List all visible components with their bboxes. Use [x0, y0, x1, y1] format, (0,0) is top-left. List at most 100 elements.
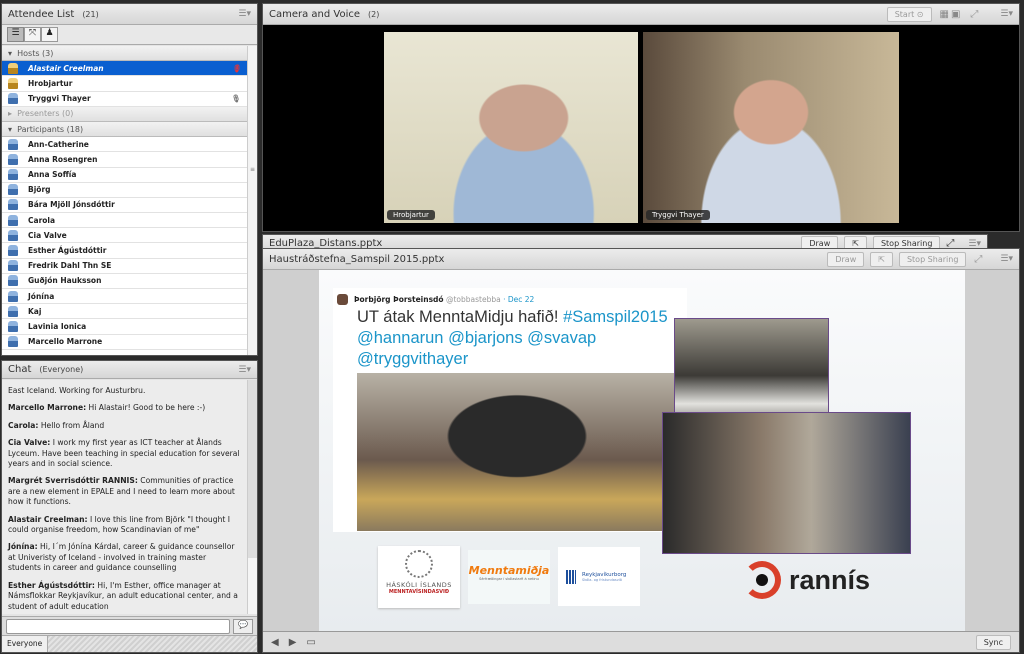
group-label: Presenters (0) [17, 109, 74, 119]
send-message-button[interactable]: 💬 [233, 619, 253, 634]
chat-message: Cia Valve: I work my first year as ICT t… [8, 438, 241, 469]
attendee-row[interactable]: Guðjón Hauksson [2, 273, 247, 289]
filmstrip-layout-icon[interactable]: ▣ [951, 9, 960, 20]
attendee-row[interactable]: Ann-Catherine [2, 137, 247, 153]
pod-title: Chat [8, 364, 32, 375]
group-participants[interactable]: ▾ Participants (18) [2, 121, 247, 138]
list-view-icon[interactable]: ☰ [7, 27, 24, 42]
draw-button[interactable]: Draw [827, 251, 865, 267]
logo-text: MENNTAVÍSINDASVIÐ [388, 589, 450, 595]
attendee-row[interactable]: Jónína [2, 289, 247, 305]
pod-menu-icon[interactable]: ☰▾ [968, 239, 981, 249]
slide-panel-icon[interactable]: ▭ [306, 637, 315, 648]
message-author: Esther Ágústsdóttir: [8, 580, 95, 590]
reykjavik-crest-icon [566, 569, 576, 584]
message-author: Jónína: [8, 542, 38, 552]
sync-button[interactable]: Sync [975, 634, 1011, 650]
video-name-label: Tryggvi Thayer [646, 210, 710, 220]
user-icon [8, 184, 18, 196]
attendee-row[interactable]: Bára Mjöll Jónsdóttir [2, 197, 247, 214]
pod-title: Attendee List [8, 8, 75, 20]
user-icon [8, 214, 18, 226]
attendee-row[interactable]: Alastair Creelman 🎙 [2, 61, 247, 77]
share-pod: Haustráðstefna_Samspil 2015.pptx Draw ⇱ … [262, 248, 1020, 653]
message-author: Alastair Creelman: [8, 514, 88, 524]
tweet-mentions: @hannarun @bjarjons @svavap @tryggvithay… [357, 329, 597, 368]
attendee-row[interactable]: Cia Valve [2, 228, 247, 244]
fullscreen-icon[interactable]: ⤢ [970, 9, 978, 20]
status-view-icon[interactable]: ♟ [41, 27, 58, 42]
attendee-name: Alastair Creelman [28, 63, 104, 73]
user-icon [8, 138, 18, 150]
user-icon [8, 305, 18, 317]
attendee-count: (21) [82, 9, 99, 19]
user-icon [8, 275, 18, 287]
attendee-row[interactable]: Kaj [2, 304, 247, 320]
share-footer: ◀ ▶ ▭ Sync [263, 631, 1019, 652]
video-feed[interactable]: Tryggvi Thayer [643, 32, 899, 223]
attendee-row[interactable]: Marcello Marrone [2, 334, 247, 350]
attendee-name: Guðjón Hauksson [28, 276, 102, 286]
chat-scrollbar[interactable] [247, 380, 257, 614]
logo-haskoli-islands: HÁSKÓLI ÍSLANDS MENNTAVÍSINDASVIÐ [378, 546, 460, 608]
grid-layout-icon[interactable]: ▦ [940, 9, 949, 20]
chat-message: Jónína: Hi, I´m Jónína Kárdal, career & … [8, 542, 241, 573]
chat-pod: Chat (Everyone) ☰▾ East Iceland. Working f… [1, 360, 258, 653]
attendee-name: Lavinia Ionica [28, 321, 87, 331]
attendee-row[interactable]: Anna Soffía [2, 167, 247, 183]
video-feed[interactable]: Hrobjartur [384, 32, 638, 223]
next-slide-icon[interactable]: ▶ [289, 637, 297, 648]
user-icon [8, 336, 18, 348]
attendee-row[interactable]: Hrobjartur [2, 76, 247, 92]
view-toolbar: ☰ ⤧ ♟ [2, 25, 257, 45]
logo-text: HÁSKÓLI ÍSLANDS [386, 581, 452, 589]
chat-message: Esther Ágústsdóttir: Hi, I'm Esther, off… [8, 581, 241, 612]
group-hosts[interactable]: ▾ Hosts (3) [2, 46, 247, 62]
group-presenters[interactable]: ▸ Presenters (0) [2, 106, 247, 122]
attendee-name: Ann-Catherine [28, 139, 89, 149]
attendee-row[interactable]: Björg [2, 182, 247, 198]
tweet-text: UT átak MenntaMidju hafið! [357, 308, 564, 326]
chat-input[interactable] [6, 619, 230, 634]
attendee-name: Marcello Marrone [28, 337, 103, 347]
host-icon [8, 77, 18, 89]
logo-text: rannís [789, 564, 871, 595]
attendee-row[interactable]: Tryggvi Thayer 🎙 [2, 91, 247, 107]
pod-menu-icon[interactable]: ☰▾ [1000, 254, 1013, 264]
button-label: Start [894, 9, 915, 19]
fullscreen-icon[interactable]: ⤢ [974, 254, 982, 265]
pod-menu-icon[interactable]: ☰▾ [1000, 9, 1013, 19]
tab-everyone[interactable]: Everyone [2, 636, 49, 652]
user-icon [8, 290, 18, 302]
slide: Þorbjörg Þorsteinsdó @tobbastebba · Dec … [319, 270, 965, 633]
attendee-row[interactable]: Lavinia Ionica [2, 319, 247, 335]
attendee-row[interactable]: Esther Ágústdóttir [2, 243, 247, 259]
group-label: Participants (18) [17, 124, 84, 134]
message-author: Cia Valve: [8, 438, 51, 448]
attendee-row[interactable]: Anna Rosengren [2, 152, 247, 168]
breakout-view-icon[interactable]: ⤧ [24, 27, 41, 42]
start-camera-button[interactable]: Start ⊙ [886, 6, 932, 22]
attendee-header: Attendee List (21) ☰▾ [2, 4, 257, 25]
user-icon [8, 199, 18, 211]
attendee-scrollbar[interactable]: ≡ [247, 46, 257, 355]
tweet-avatar [337, 294, 348, 305]
stop-sharing-button[interactable]: Stop Sharing [898, 251, 967, 267]
chat-message: Carola: Hello from Åland [8, 421, 241, 431]
pointer-button[interactable]: ⇱ [870, 251, 893, 267]
previous-slide-icon[interactable]: ◀ [271, 637, 279, 648]
message-author: Carola: [8, 420, 39, 430]
attendee-list: ▾ Hosts (3) Alastair Creelman 🎙 Hrobjartu… [2, 46, 247, 355]
chat-header: Chat (Everyone) ☰▾ [2, 361, 257, 379]
user-icon [8, 229, 18, 241]
message-author: Margrét Sverrisdóttir RANNIS: [8, 476, 138, 486]
mic-muted-icon: 🎙 [231, 63, 241, 73]
pod-menu-icon[interactable]: ☰▾ [238, 365, 251, 375]
attendee-row[interactable]: Carola [2, 213, 247, 229]
attendee-row[interactable]: Fredrik Dahl Thn SE [2, 258, 247, 274]
logo-reykjavikurborg: Reykjavíkurborg Skóla- og frístundasvið [558, 547, 640, 606]
logo-text: Sérfræðingar í skólastarfi á netinu [479, 577, 539, 581]
message-text: East Iceland. Working for Austurbru. [8, 386, 146, 395]
logo-text: Skóla- og frístundasvið [582, 577, 622, 582]
pod-menu-icon[interactable]: ☰▾ [238, 9, 251, 19]
